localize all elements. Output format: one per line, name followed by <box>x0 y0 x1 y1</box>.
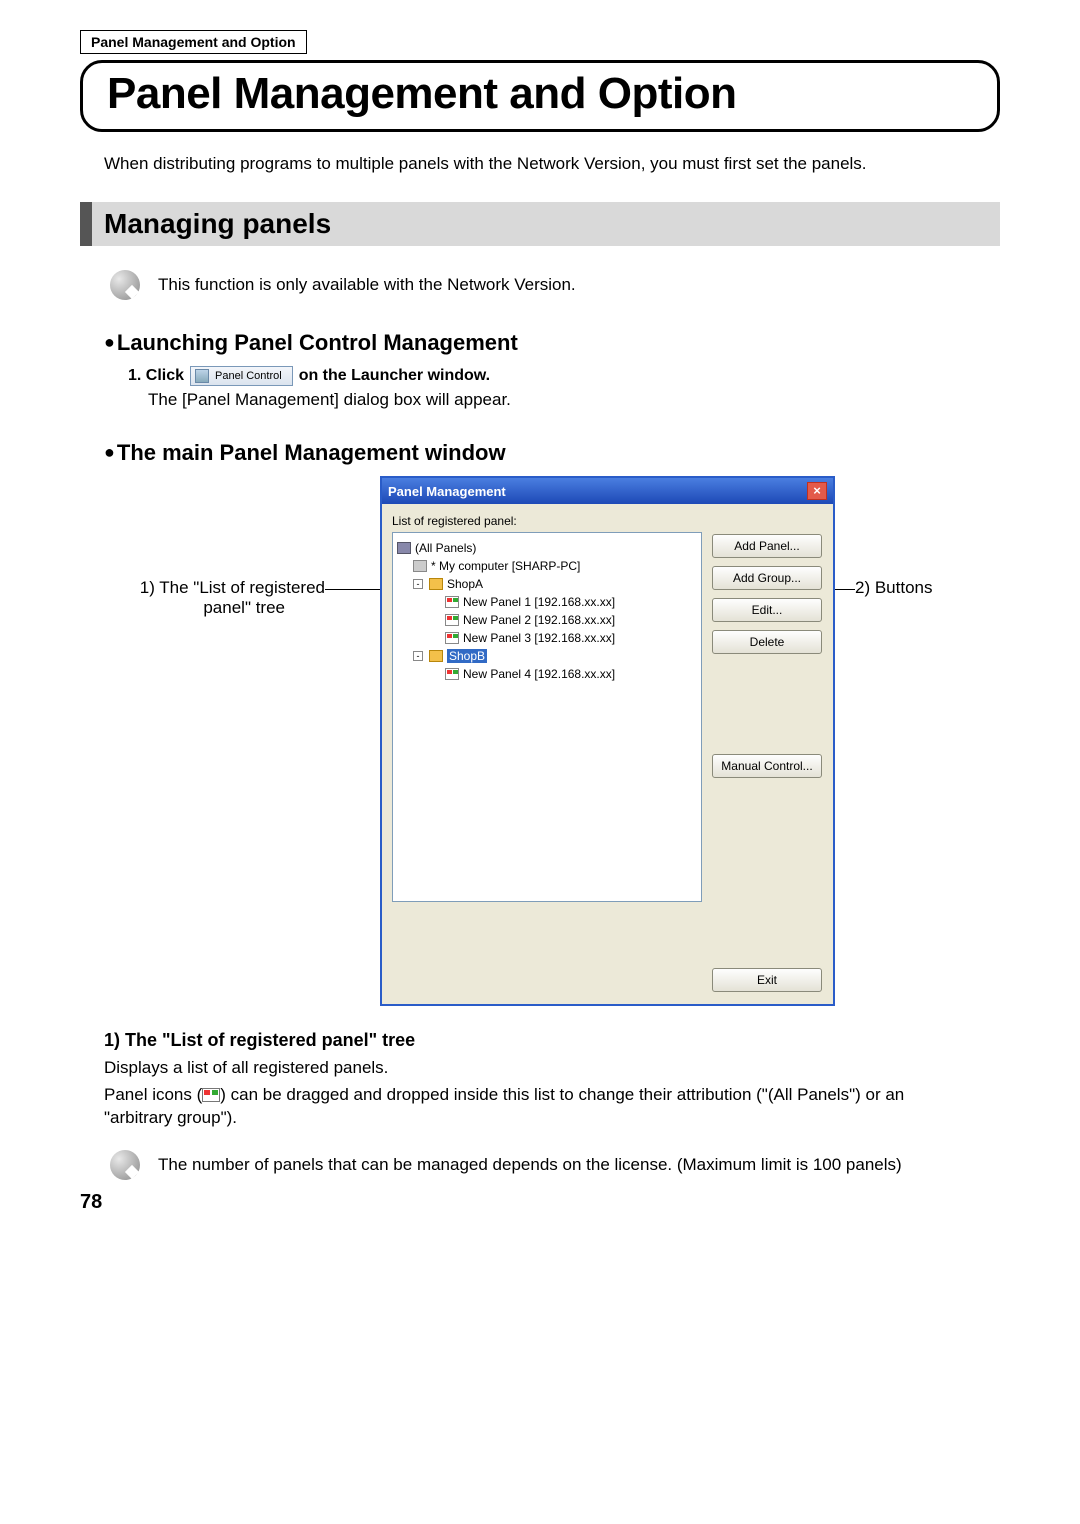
edit-button[interactable]: Edit... <box>712 598 822 622</box>
tree-section-heading: 1) The "List of registered panel" tree <box>104 1030 1000 1051</box>
page-number: 78 <box>80 1191 102 1214</box>
all-panels-icon <box>397 542 411 554</box>
breadcrumb: Panel Management and Option <box>80 30 307 54</box>
tree-panel[interactable]: New Panel 4 [192.168.xx.xx] <box>463 667 615 681</box>
tree-panel[interactable]: New Panel 2 [192.168.xx.xx] <box>463 613 615 627</box>
panel-control-button[interactable]: Panel Control <box>190 366 293 386</box>
callout-right: 2) Buttons <box>855 476 933 598</box>
page-title: Panel Management and Option <box>107 69 973 119</box>
exit-button[interactable]: Exit <box>712 968 822 992</box>
section-heading-managing-panels: Managing panels <box>80 202 1000 246</box>
collapse-icon[interactable]: - <box>413 651 423 661</box>
tree-mypc[interactable]: * My computer [SHARP-PC] <box>431 559 580 573</box>
tree-group-a[interactable]: ShopA <box>447 577 483 591</box>
computer-icon <box>413 560 427 572</box>
tree-panel[interactable]: New Panel 3 [192.168.xx.xx] <box>463 631 615 645</box>
tree-section-p1: Displays a list of all registered panels… <box>104 1057 976 1080</box>
manual-control-button[interactable]: Manual Control... <box>712 754 822 778</box>
panel-icon <box>445 632 459 644</box>
folder-icon <box>429 578 443 590</box>
dialog-title: Panel Management <box>388 484 506 499</box>
subheading-main-window: The main Panel Management window <box>104 440 1000 466</box>
note-icon <box>110 270 140 300</box>
note-text: This function is only available with the… <box>158 275 576 295</box>
tree-group-b-selected[interactable]: ShopB <box>447 649 487 663</box>
list-label: List of registered panel: <box>392 514 823 528</box>
panel-icon <box>445 614 459 626</box>
step-suffix: on the Launcher window. <box>299 367 490 385</box>
add-panel-button[interactable]: Add Panel... <box>712 534 822 558</box>
panel-control-label: Panel Control <box>215 370 282 382</box>
panel-icon <box>202 1088 220 1102</box>
callout-line-left <box>325 589 380 590</box>
folder-icon <box>429 650 443 662</box>
tree-section-p2: Panel icons () can be dragged and droppe… <box>104 1084 976 1130</box>
step-prefix: 1. Click <box>128 367 184 385</box>
tree-panel[interactable]: New Panel 1 [192.168.xx.xx] <box>463 595 615 609</box>
step-1: 1. Click Panel Control on the Launcher w… <box>128 366 1000 386</box>
callout-line-right <box>835 589 855 590</box>
subheading-launching: Launching Panel Control Management <box>104 330 1000 356</box>
collapse-icon[interactable]: - <box>413 579 423 589</box>
dialog-titlebar: Panel Management × <box>382 478 833 504</box>
panel-icon <box>445 596 459 608</box>
registered-panel-tree[interactable]: (All Panels) * My computer [SHARP-PC] - S… <box>392 532 702 902</box>
dialog-buttons: Add Panel... Add Group... Edit... Delete… <box>712 532 822 992</box>
diagram: 1) The "List of registered panel" tree P… <box>80 476 1000 1006</box>
intro-text: When distributing programs to multiple p… <box>104 154 1000 174</box>
tree-root[interactable]: (All Panels) <box>415 541 476 555</box>
panel-icon <box>445 668 459 680</box>
close-icon[interactable]: × <box>807 482 827 500</box>
delete-button[interactable]: Delete <box>712 630 822 654</box>
title-frame: Panel Management and Option <box>80 60 1000 132</box>
note-icon <box>110 1150 140 1180</box>
callout-left: 1) The "List of registered panel" tree <box>80 476 325 618</box>
panel-management-dialog: Panel Management × List of registered pa… <box>380 476 835 1006</box>
panel-control-icon <box>195 369 209 383</box>
step-result: The [Panel Management] dialog box will a… <box>148 390 1000 410</box>
license-note: The number of panels that can be managed… <box>158 1155 902 1175</box>
add-group-button[interactable]: Add Group... <box>712 566 822 590</box>
